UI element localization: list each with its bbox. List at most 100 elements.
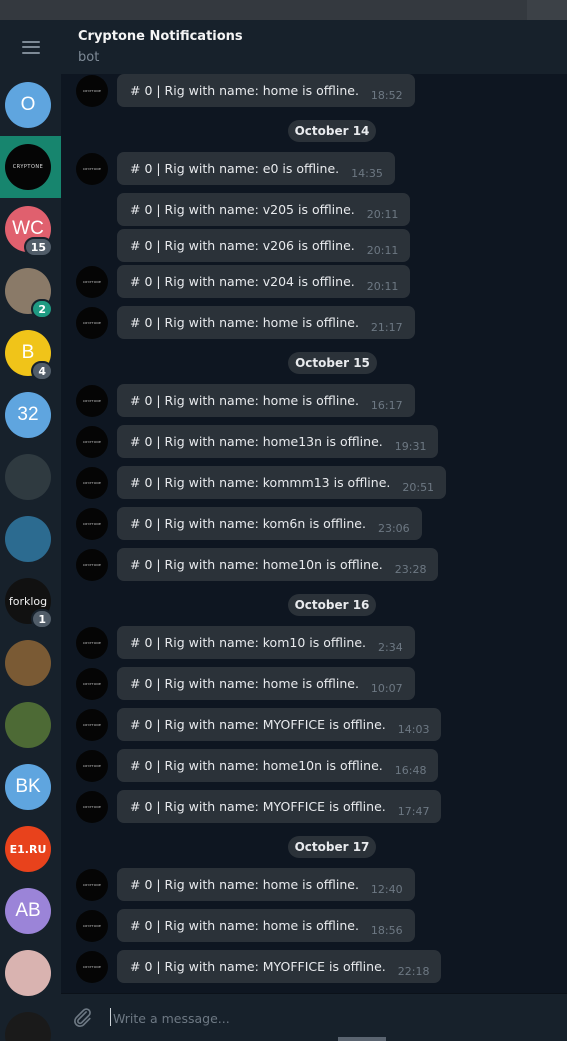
message-time: 10:07 bbox=[370, 682, 403, 695]
date-separator: October 17 bbox=[288, 836, 376, 858]
message-bubble[interactable]: # 0 | Rig with name: home is offline. 21:… bbox=[117, 306, 415, 339]
sender-avatar[interactable]: CRYPTONE bbox=[76, 549, 108, 581]
sender-avatar[interactable]: CRYPTONE bbox=[76, 627, 108, 659]
sender-avatar[interactable]: CRYPTONE bbox=[76, 467, 108, 499]
message-bubble[interactable]: # 0 | Rig with name: home is offline. 18:… bbox=[117, 909, 415, 942]
message-time: 20:11 bbox=[366, 244, 399, 257]
message-bubble[interactable]: # 0 | Rig with name: kom10 is offline. 2:… bbox=[117, 626, 415, 659]
chat-item[interactable] bbox=[0, 942, 61, 1004]
sender-avatar[interactable]: CRYPTONE bbox=[76, 385, 108, 417]
sender-avatar[interactable]: CRYPTONE bbox=[76, 266, 108, 298]
sender-avatar[interactable]: CRYPTONE bbox=[76, 75, 108, 107]
chat-avatar: BK bbox=[5, 764, 51, 810]
sender-avatar-logo: CRYPTONE bbox=[82, 805, 102, 809]
window-controls-area[interactable] bbox=[527, 0, 567, 20]
paperclip-icon[interactable] bbox=[71, 1006, 93, 1028]
message-bubble[interactable]: # 0 | Rig with name: e0 is offline. 14:35 bbox=[117, 152, 395, 185]
message-history[interactable]: CRYPTONE # 0 | Rig with name: home is off… bbox=[61, 74, 567, 993]
menu-button[interactable] bbox=[0, 20, 61, 74]
message-time: 2:34 bbox=[378, 641, 403, 654]
chat-item[interactable]: CRYPTONE bbox=[0, 136, 61, 198]
message-text: # 0 | Rig with name: home is offline. bbox=[130, 676, 359, 691]
chat-item[interactable]: AB bbox=[0, 880, 61, 942]
sender-avatar[interactable]: CRYPTONE bbox=[76, 153, 108, 185]
chat-item[interactable]: WC 15 bbox=[0, 198, 61, 260]
message-bubble[interactable]: # 0 | Rig with name: v206 is offline. 20:… bbox=[117, 229, 411, 262]
message-bubble[interactable]: # 0 | Rig with name: home is offline. 16:… bbox=[117, 384, 415, 417]
message-text: # 0 | Rig with name: home10n is offline. bbox=[130, 557, 383, 572]
message-time: 18:52 bbox=[370, 89, 403, 102]
message-time: 22:18 bbox=[397, 965, 430, 978]
message-bubble[interactable]: # 0 | Rig with name: home is offline. 18:… bbox=[117, 74, 415, 107]
message-time: 21:17 bbox=[370, 321, 403, 334]
chat-item[interactable] bbox=[0, 508, 61, 570]
sender-avatar[interactable]: CRYPTONE bbox=[76, 951, 108, 983]
sender-avatar-logo: CRYPTONE bbox=[82, 883, 102, 887]
sender-avatar[interactable]: CRYPTONE bbox=[76, 750, 108, 782]
message-bubble[interactable]: # 0 | Rig with name: v205 is offline. 20:… bbox=[117, 193, 411, 226]
chat-item[interactable]: forklog 1 bbox=[0, 570, 61, 632]
chat-item[interactable]: BK bbox=[0, 756, 61, 818]
chat-item[interactable]: 2 bbox=[0, 260, 61, 322]
chat-item[interactable]: E1.RU bbox=[0, 818, 61, 880]
chat-avatar: E1.RU bbox=[5, 826, 51, 872]
chat-header[interactable]: Cryptone Notifications bot bbox=[61, 20, 567, 74]
message-bubble[interactable]: # 0 | Rig with name: home is offline. 12:… bbox=[117, 868, 415, 901]
sender-avatar-logo: CRYPTONE bbox=[82, 563, 102, 567]
message-text: # 0 | Rig with name: v206 is offline. bbox=[130, 238, 355, 253]
message-bubble[interactable]: # 0 | Rig with name: v204 is offline. 20:… bbox=[117, 265, 411, 298]
chat-avatar: AB bbox=[5, 888, 51, 934]
chat-item[interactable] bbox=[0, 632, 61, 694]
message-time: 23:28 bbox=[394, 563, 427, 576]
message-text: # 0 | Rig with name: kom6n is offline. bbox=[130, 516, 366, 531]
message-text: # 0 | Rig with name: v204 is offline. bbox=[130, 274, 355, 289]
message-text: # 0 | Rig with name: home10n is offline. bbox=[130, 758, 383, 773]
chat-item[interactable]: O bbox=[0, 74, 61, 136]
sender-avatar[interactable]: CRYPTONE bbox=[76, 709, 108, 741]
message-time: 19:31 bbox=[394, 440, 427, 453]
chat-avatar: O bbox=[5, 82, 51, 128]
avatar-initials: B bbox=[21, 342, 35, 363]
message-text: # 0 | Rig with name: v205 is offline. bbox=[130, 202, 355, 217]
unread-badge: 4 bbox=[31, 361, 53, 381]
chat-item[interactable] bbox=[0, 1004, 61, 1041]
sender-avatar[interactable]: CRYPTONE bbox=[76, 508, 108, 540]
message-time: 18:56 bbox=[370, 924, 403, 937]
unread-badge: 2 bbox=[31, 299, 53, 319]
sender-avatar[interactable]: CRYPTONE bbox=[76, 307, 108, 339]
message-bubble[interactable]: # 0 | Rig with name: MYOFFICE is offline… bbox=[117, 790, 442, 823]
message-time: 20:11 bbox=[366, 280, 399, 293]
message-time: 16:17 bbox=[370, 399, 403, 412]
chat-avatar bbox=[5, 454, 51, 500]
sender-avatar[interactable]: CRYPTONE bbox=[76, 668, 108, 700]
message-bubble[interactable]: # 0 | Rig with name: MYOFFICE is offline… bbox=[117, 708, 442, 741]
scrollbar-thumb[interactable] bbox=[338, 1037, 386, 1041]
chat-item[interactable] bbox=[0, 446, 61, 508]
message-input[interactable] bbox=[113, 1006, 553, 1030]
message-time: 14:35 bbox=[351, 167, 383, 180]
sender-avatar-logo: CRYPTONE bbox=[82, 641, 102, 645]
message-bubble[interactable]: # 0 | Rig with name: home10n is offline.… bbox=[117, 548, 439, 581]
chat-item[interactable] bbox=[0, 694, 61, 756]
message-bubble[interactable]: # 0 | Rig with name: kommm13 is offline.… bbox=[117, 466, 447, 499]
message-bubble[interactable]: # 0 | Rig with name: home13n is offline.… bbox=[117, 425, 439, 458]
message-bubble[interactable]: # 0 | Rig with name: home is offline. 10:… bbox=[117, 667, 415, 700]
message-bubble[interactable]: # 0 | Rig with name: kom6n is offline. 23… bbox=[117, 507, 422, 540]
sender-avatar[interactable]: CRYPTONE bbox=[76, 869, 108, 901]
avatar-initials: AB bbox=[15, 900, 41, 921]
sender-avatar[interactable]: CRYPTONE bbox=[76, 910, 108, 942]
message-bubble[interactable]: # 0 | Rig with name: home10n is offline.… bbox=[117, 749, 439, 782]
message-bubble[interactable]: # 0 | Rig with name: MYOFFICE is offline… bbox=[117, 950, 442, 983]
avatar-logo: forklog bbox=[8, 594, 48, 608]
date-separator: October 16 bbox=[288, 594, 376, 616]
hamburger-icon bbox=[21, 40, 40, 54]
sender-avatar-logo: CRYPTONE bbox=[82, 280, 102, 284]
message-text: # 0 | Rig with name: kommm13 is offline. bbox=[130, 475, 391, 490]
sender-avatar[interactable]: CRYPTONE bbox=[76, 791, 108, 823]
sender-avatar[interactable]: CRYPTONE bbox=[76, 426, 108, 458]
text-cursor bbox=[110, 1008, 111, 1026]
chat-item[interactable]: B4 bbox=[0, 322, 61, 384]
chat-item[interactable]: 32 bbox=[0, 384, 61, 446]
chat-avatar bbox=[5, 640, 51, 686]
message-text: # 0 | Rig with name: home is offline. bbox=[130, 393, 359, 408]
